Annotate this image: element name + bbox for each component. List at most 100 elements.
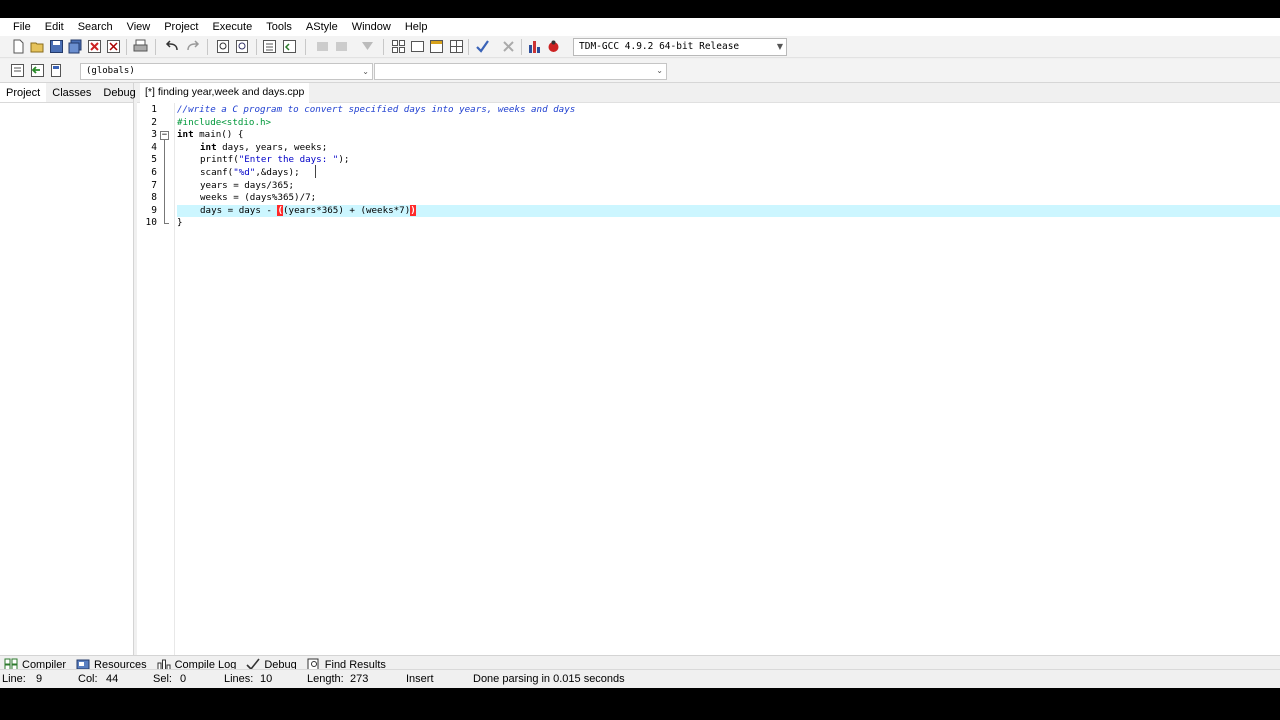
code-editor[interactable]: 1 2 3 4 5 6 7 8 9 10 − //write a C progr…	[137, 103, 1280, 655]
fold-toggle-icon[interactable]: −	[160, 131, 169, 140]
line-number: 2	[151, 116, 157, 128]
code-text: ,&days);	[255, 167, 300, 178]
chevron-down-icon: ⌄	[656, 66, 663, 75]
menu-astyle[interactable]: AStyle	[299, 18, 345, 36]
line-number: 7	[151, 179, 157, 191]
status-line-value: 9	[36, 673, 43, 685]
status-sel-value: 0	[180, 673, 187, 685]
code-line-current: days = days - ((years*365) + (weeks*7))	[177, 204, 1280, 218]
menu-bar: File Edit Search View Project Execute To…	[0, 18, 1280, 36]
toggle-panel-icon[interactable]	[429, 39, 444, 54]
insert-code-icon[interactable]	[10, 63, 25, 78]
code-line: int main() {	[177, 129, 1280, 142]
code-comment: //write a C program to convert specified…	[177, 104, 576, 115]
chevron-down-icon: ⌄	[362, 67, 369, 76]
code-line: }	[177, 217, 1280, 230]
menu-search[interactable]: Search	[71, 18, 120, 36]
undo-icon[interactable]	[165, 39, 180, 54]
print-icon[interactable]	[133, 39, 148, 54]
code-line: //write a C program to convert specified…	[177, 104, 1280, 117]
code-text: );	[338, 154, 350, 166]
menu-edit[interactable]: Edit	[38, 18, 71, 36]
status-length-value: 273	[350, 673, 369, 685]
tab-classes[interactable]: Classes	[46, 83, 97, 102]
line-number: 6	[151, 167, 157, 178]
next-page-icon[interactable]	[334, 39, 349, 54]
mouse-ibeam-cursor	[315, 165, 316, 178]
tab-project[interactable]: Project	[0, 83, 47, 102]
tile-windows-icon[interactable]	[391, 39, 406, 54]
tab-current-file[interactable]: [*] finding year,week and days.cpp	[140, 83, 310, 103]
class-toolbar: (globals) ⌄ ⌄	[0, 59, 1280, 83]
menu-project[interactable]: Project	[157, 18, 205, 36]
code-preprocessor: #include<stdio.h>	[177, 116, 272, 128]
close-file-icon[interactable]	[87, 39, 102, 54]
project-panel: Project Classes Debug	[0, 83, 136, 655]
code-text: (years*365) + (weeks*7)	[283, 204, 411, 216]
line-number: 10	[145, 217, 157, 229]
status-length-label: Length:	[307, 673, 344, 685]
menu-file[interactable]: File	[6, 18, 38, 36]
goto-line-icon[interactable]	[360, 39, 375, 54]
code-string: "Enter the days: "	[238, 154, 339, 166]
code-text: days = days -	[200, 204, 278, 216]
chevron-down-icon: ▼	[776, 42, 783, 51]
tab-debug[interactable]: Debug	[97, 83, 141, 102]
new-file-icon[interactable]	[11, 39, 26, 54]
menu-view[interactable]: View	[120, 18, 158, 36]
line-number: 3	[151, 129, 157, 141]
compiler-select[interactable]: TDM-GCC 4.9.2 64-bit Release ▼	[573, 38, 787, 56]
code-text: printf(	[200, 154, 239, 166]
check-syntax-icon[interactable]	[475, 39, 490, 54]
toolbar-separator	[207, 39, 208, 55]
toggle-bookmark-icon[interactable]	[49, 63, 64, 78]
stop-execution-icon[interactable]	[501, 39, 516, 54]
menu-window[interactable]: Window	[345, 18, 398, 36]
unindent-icon[interactable]	[282, 39, 297, 54]
line-number: 5	[151, 154, 157, 166]
redo-icon[interactable]	[185, 39, 200, 54]
menu-help[interactable]: Help	[398, 18, 435, 36]
code-line: #include<stdio.h>	[177, 117, 1280, 130]
find-icon[interactable]	[216, 39, 231, 54]
goto-bookmark-icon[interactable]	[30, 63, 45, 78]
save-all-icon[interactable]	[68, 39, 83, 54]
toolbar-separator	[383, 39, 384, 55]
code-string: "%d"	[233, 167, 256, 178]
code-keyword: int	[200, 141, 217, 153]
profile-chart-icon[interactable]	[527, 39, 542, 54]
code-line: int days, years, weeks;	[177, 142, 1280, 155]
fold-guide-end	[164, 223, 169, 224]
status-lines-label: Lines:	[224, 673, 254, 685]
line-number: 8	[151, 192, 157, 204]
globals-select[interactable]: (globals) ⌄	[80, 63, 373, 80]
matched-bracket: )	[410, 204, 416, 216]
previous-page-icon[interactable]	[315, 39, 330, 54]
menu-execute[interactable]: Execute	[205, 18, 259, 36]
status-col-value: 44	[106, 673, 119, 685]
line-number: 1	[151, 104, 157, 115]
status-message: Done parsing in 0.015 seconds	[473, 673, 625, 685]
open-file-icon[interactable]	[30, 39, 45, 54]
code-area[interactable]: //write a C program to convert specified…	[177, 103, 1280, 655]
save-icon[interactable]	[49, 39, 64, 54]
members-select[interactable]: ⌄	[374, 63, 667, 80]
line-number-gutter: 1 2 3 4 5 6 7 8 9 10 −	[137, 103, 175, 655]
code-text: scanf(	[200, 167, 234, 178]
close-all-icon[interactable]	[106, 39, 121, 54]
code-text: }	[177, 217, 183, 229]
full-screen-icon[interactable]	[410, 39, 425, 54]
toolbar-separator	[305, 39, 306, 55]
grid-view-icon[interactable]	[449, 39, 464, 54]
debug-bug-icon[interactable]	[546, 39, 561, 54]
code-text: main() {	[193, 129, 244, 141]
main-toolbar: TDM-GCC 4.9.2 64-bit Release ▼	[0, 36, 1280, 58]
panel-tabs: Project Classes Debug	[0, 83, 136, 103]
globals-select-value: (globals)	[86, 66, 135, 76]
toolbar-separator	[468, 39, 469, 55]
menu-tools[interactable]: Tools	[259, 18, 299, 36]
status-col-label: Col:	[78, 673, 98, 685]
indent-icon[interactable]	[262, 39, 277, 54]
replace-icon[interactable]	[235, 39, 250, 54]
status-insert-mode: Insert	[406, 673, 434, 685]
